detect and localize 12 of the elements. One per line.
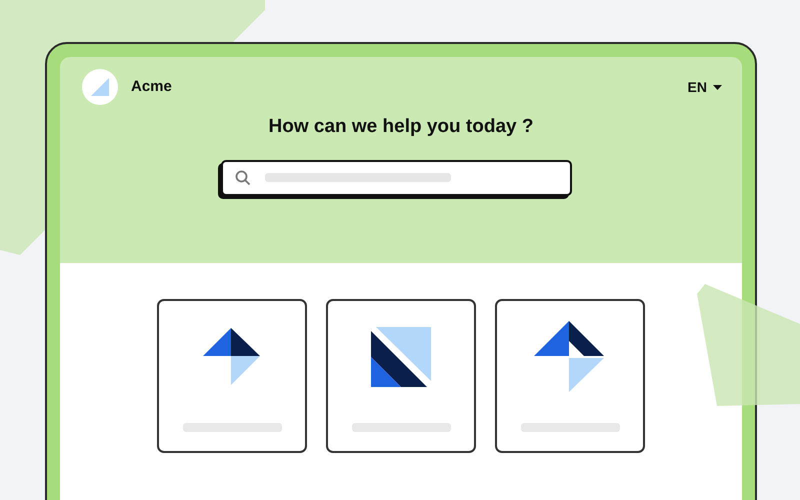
caret-icon <box>713 84 722 90</box>
category-card[interactable] <box>157 299 307 453</box>
kite-icon <box>534 321 606 393</box>
category-card[interactable] <box>326 299 476 453</box>
language-selector[interactable]: EN <box>688 76 722 98</box>
category-card[interactable] <box>495 299 645 453</box>
logo-icon <box>82 69 118 105</box>
square-icon <box>371 327 431 387</box>
kite-icon <box>203 328 261 386</box>
search-icon <box>234 170 250 186</box>
hero-title: How can we help you today ? <box>268 115 534 139</box>
brand-name: Acme <box>131 76 172 97</box>
